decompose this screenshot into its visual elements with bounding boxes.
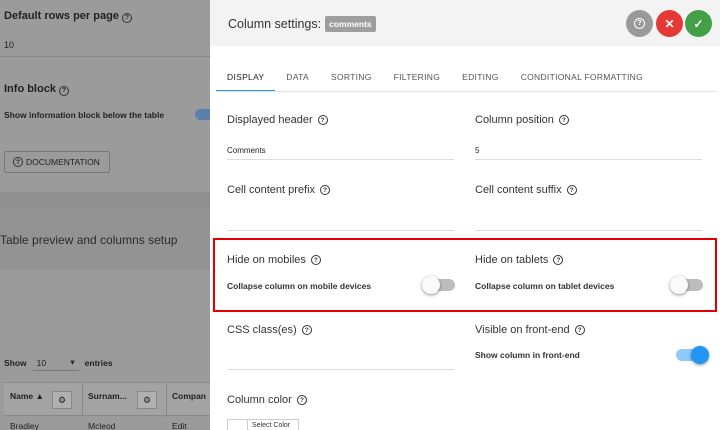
help-icon: ? <box>13 157 23 167</box>
check-icon: ✓ <box>693 16 704 31</box>
cell-company: Edit <box>172 421 187 430</box>
column-separator <box>82 383 83 417</box>
help-icon[interactable]: ? <box>320 185 331 195</box>
help-icon[interactable]: ? <box>566 185 577 195</box>
default-rows-label: Default rows per page ? <box>4 10 132 23</box>
tab-filtering[interactable]: FILTERING <box>383 62 451 92</box>
cell-suffix-label: Cell content suffix? <box>475 184 577 196</box>
help-icon[interactable]: ? <box>553 255 564 265</box>
css-classes-input[interactable] <box>227 352 454 366</box>
hide-mobiles-toggle[interactable] <box>422 276 455 294</box>
visible-frontend-toggle[interactable] <box>676 346 709 364</box>
select-color-label: Select Color <box>252 422 291 429</box>
tab-conditional-formatting[interactable]: CONDITIONAL FORMATTING <box>510 62 654 92</box>
info-block-label: Info block ? <box>4 83 70 96</box>
help-button[interactable]: ? <box>626 10 653 37</box>
displayed-header-input[interactable]: Comments <box>227 146 266 155</box>
help-icon: ? <box>634 18 645 29</box>
visible-frontend-label: Visible on front-end? <box>475 324 585 336</box>
column-header-surname[interactable]: Surnam... <box>88 391 127 401</box>
documentation-button[interactable]: ? DOCUMENTATION <box>4 151 110 173</box>
hide-tablets-label: Hide on tablets? <box>475 254 564 266</box>
help-icon[interactable]: ? <box>301 325 312 335</box>
column-header-name[interactable]: Name ▲ <box>10 391 44 401</box>
input-underline <box>227 369 454 370</box>
tab-sorting[interactable]: SORTING <box>320 62 383 92</box>
input-underline <box>475 230 702 231</box>
panel-title: Column settings: comments <box>228 16 376 32</box>
hide-mobiles-sub: Collapse column on mobile devices <box>227 281 372 291</box>
column-color-label: Column color? <box>227 394 307 406</box>
cell-surname: Mcleod <box>88 421 116 430</box>
hide-tablets-sub: Collapse column on tablet devices <box>475 281 615 291</box>
tab-data[interactable]: DATA <box>275 62 320 92</box>
preview-title: Table preview and columns setup <box>0 233 178 247</box>
divider <box>0 56 210 57</box>
cell-name: Bradley <box>10 421 39 430</box>
cell-prefix-label: Cell content prefix? <box>227 184 331 196</box>
help-icon: ? <box>121 12 132 23</box>
input-underline <box>227 159 454 160</box>
column-position-label: Column position? <box>475 114 569 126</box>
tab-bar: DISPLAY DATA SORTING FILTERING EDITING C… <box>216 62 654 92</box>
column-name-chip: comments <box>325 16 376 32</box>
help-icon[interactable]: ? <box>296 395 307 405</box>
color-swatch <box>228 420 248 430</box>
cell-suffix-input[interactable] <box>475 214 702 228</box>
column-header-company[interactable]: Compan <box>172 391 206 401</box>
hide-mobiles-label: Hide on mobiles? <box>227 254 321 266</box>
help-icon[interactable]: ? <box>310 255 321 265</box>
column-settings-panel: Column settings: comments ? ✕ ✓ DISPLAY … <box>210 0 720 430</box>
help-icon[interactable]: ? <box>558 115 569 125</box>
css-classes-label: CSS class(es)? <box>227 324 312 336</box>
confirm-button[interactable]: ✓ <box>685 10 712 37</box>
table-header: Name ▲ ⚙ Surnam... ⚙ Compan <box>4 382 210 417</box>
input-underline <box>475 159 702 160</box>
table-row: Bradley Mcleod Edit <box>4 416 210 430</box>
default-rows-value[interactable]: 10 <box>4 40 14 50</box>
column-separator <box>166 383 167 417</box>
help-icon: ? <box>59 85 70 96</box>
help-icon[interactable]: ? <box>317 115 328 125</box>
visible-frontend-sub: Show column in front-end <box>475 350 580 360</box>
tab-editing[interactable]: EDITING <box>451 62 510 92</box>
select-color-button[interactable]: Select Color <box>227 419 299 430</box>
help-icon[interactable]: ? <box>574 325 585 335</box>
rows-select[interactable]: 10 ▾ <box>32 355 79 371</box>
gear-icon[interactable]: ⚙ <box>52 391 72 409</box>
input-underline <box>227 230 454 231</box>
info-block-toggle[interactable] <box>195 109 210 120</box>
close-button[interactable]: ✕ <box>656 10 683 37</box>
panel-header: Column settings: comments ? ✕ ✓ <box>210 0 720 46</box>
info-block-sub: Show information block below the table <box>4 110 165 120</box>
tab-divider <box>216 91 716 92</box>
gear-icon[interactable]: ⚙ <box>137 391 157 409</box>
show-entries: Show 10 ▾ entries <box>4 355 113 371</box>
highlight-box <box>213 238 717 312</box>
tab-display[interactable]: DISPLAY <box>216 62 276 92</box>
divider-band <box>0 192 210 208</box>
displayed-header-label: Displayed header? <box>227 114 328 126</box>
cell-prefix-input[interactable] <box>227 214 454 228</box>
column-position-input[interactable]: 5 <box>475 146 479 155</box>
close-icon: ✕ <box>664 16 675 31</box>
hide-tablets-toggle[interactable] <box>670 276 703 294</box>
chevron-down-icon: ▾ <box>70 357 75 367</box>
